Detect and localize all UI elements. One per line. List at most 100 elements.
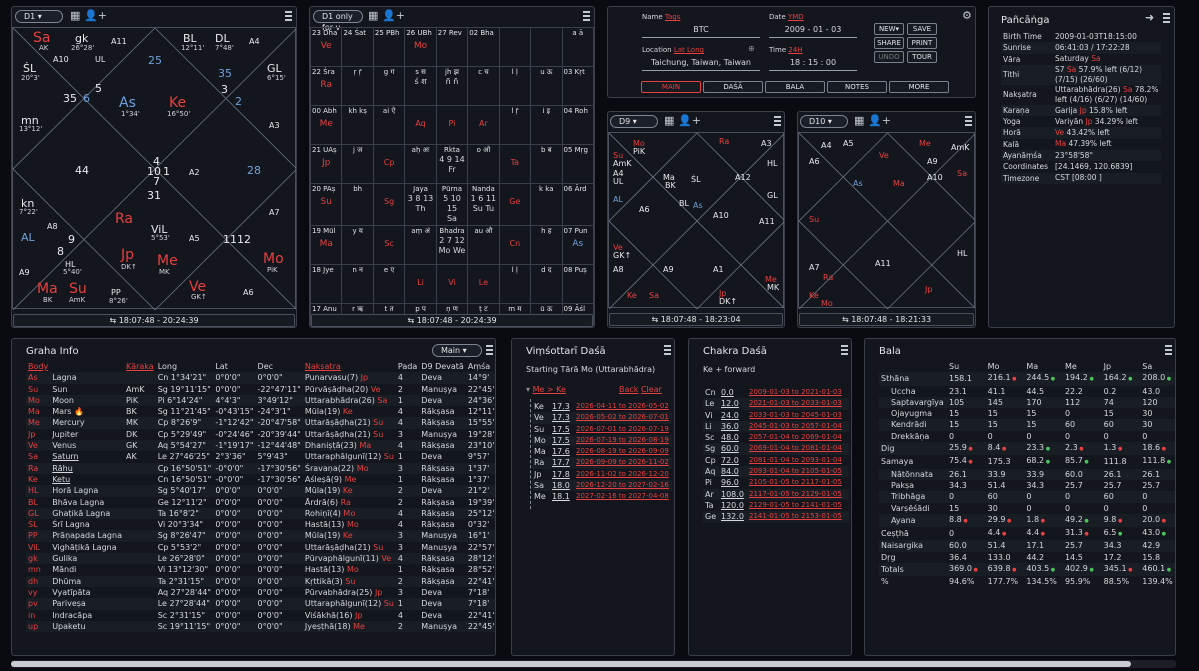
d10-chart[interactable]: A4 A5 Ve Me A9 AmK A6 As Ma A10 Su A7 Ra A11 HL Jp Ke Mo S… (798, 132, 975, 309)
dasa-row[interactable]: Su 17.5 2026-07-01 to 2026-07-19 (532, 424, 672, 435)
dasa-row[interactable]: Jp 17.8 2026-11-02 to 2026-12-20 (532, 469, 672, 480)
dasa-row[interactable]: Ve 17.3 2026-05-02 to 2026-07-01 (532, 412, 672, 424)
chart-label[interactable]: Sa (957, 169, 967, 178)
table-row[interactable]: dh Dhūma Ta 2°31'15" 0°0'0" 0°0'0" Kṛttikā(3)… (26, 575, 495, 587)
share-button[interactable]: SHARE (874, 37, 904, 49)
table-row[interactable]: BL Bhāva Lagna Ge 12°11'2" 0°0'0" 0°0'0" Ārdr… (26, 497, 495, 508)
chart-label[interactable]: 25 (148, 55, 162, 66)
chart-label[interactable]: Ra (115, 212, 133, 226)
graha-header[interactable]: Kāraka (124, 361, 156, 372)
date-format-link[interactable]: YMD (788, 13, 804, 21)
table-row[interactable]: Ra Rāhu Cp 16°50'51" -0°0'0" -17°30'56" Śrava… (26, 462, 495, 474)
grid-planet[interactable]: As (564, 239, 593, 249)
chart-label[interactable]: Su (69, 282, 87, 296)
undo-button[interactable]: UNDO (874, 51, 904, 63)
table-row[interactable]: vy Vyatīpāta Aq 27°28'44" 0°0'0" 0°0'0" Pūrva… (26, 587, 495, 598)
graha-header[interactable]: Aṃśa (466, 361, 495, 372)
menu-icon[interactable] (965, 116, 972, 127)
d10-timebar[interactable]: ⇆ 18:07:48 - 18:21:33 (799, 313, 974, 326)
add-user-icon[interactable]: 👤+ (868, 115, 891, 127)
tab-dasa[interactable]: DAŚĀ (703, 81, 763, 93)
d9-chart[interactable]: Su AmK Mo PiK Ra A3 A4 Ma BK ŚL A12 HL UL GL AL A6 BL As A… (608, 132, 784, 309)
menu-icon[interactable] (664, 345, 671, 356)
table-row[interactable]: Ve Venus GK Aq 5°54'27" -1°19'17" -12°44'48" D… (26, 440, 495, 452)
table-row[interactable]: GL Ghaṭikā Lagna Ta 16°8'2" 0°0'0" 0°0'0" Roh… (26, 507, 495, 520)
graha-header[interactable]: Dec (256, 361, 303, 372)
table-row[interactable]: Mo Moon PiK Pi 6°14'24" 4°4'3" 3°49'12" Uttara… (26, 394, 495, 407)
d1-chart-select[interactable]: D1 ▾ (15, 10, 63, 23)
chakra-row[interactable]: Li 36.0 2045-01-03 to 2057-01-04 (703, 420, 849, 433)
tab-main[interactable]: MAIN (641, 81, 701, 93)
tab-notes[interactable]: NOTES (827, 81, 887, 93)
chakra-row[interactable]: Sc 48.0 2057-01-04 to 2069-01-04 (703, 432, 849, 443)
graha-header[interactable]: Body (26, 361, 50, 372)
chart-label[interactable]: Ma (37, 282, 58, 296)
table-row[interactable]: Jp Jupiter DK Cp 5°29'49" -0°24'46" -20°39'44… (26, 429, 495, 440)
table-row[interactable]: ViL Vighāṭikā Lagna Cp 5°53'2" 0°0'0" 0°0'0"… (26, 542, 495, 553)
chart-label[interactable]: Ra (719, 137, 729, 146)
chakra-row[interactable]: Cn 0.0 2009-01-03 to 2021-01-03 (703, 387, 849, 398)
gear-icon[interactable]: ⚙ (962, 10, 972, 22)
grid-planet[interactable]: Mo (406, 41, 434, 51)
chart-label[interactable]: Sa (33, 31, 50, 45)
clear-link[interactable]: Clear (641, 385, 662, 394)
grid-planet[interactable]: Me (312, 119, 340, 129)
grid-planet[interactable]: Su (312, 197, 340, 207)
crosshair-icon[interactable]: ⊕ (748, 44, 755, 53)
chart-label[interactable]: 28 (247, 165, 261, 176)
grid-chart-select[interactable]: D1 only for v (313, 10, 363, 32)
chart-label[interactable]: Ve (879, 151, 889, 160)
save-button[interactable]: SAVE (907, 23, 937, 35)
chakra-row[interactable]: Ta 120.0 2129-01-05 to 2141-01-05 (703, 500, 849, 511)
chakra-row[interactable]: Sg 60.0 2069-01-04 to 2081-01-04 (703, 443, 849, 455)
table-row[interactable]: in Indracāpa Sc 2°31'15" 0°0'0" 0°0'0" Viśākh… (26, 610, 495, 621)
graha-header[interactable]: Pada (396, 361, 419, 372)
dasa-row[interactable]: Mo 17.5 2026-07-19 to 2026-08-19 (532, 434, 672, 447)
chakra-row[interactable]: Ar 108.0 2117-01-05 to 2129-01-05 (703, 488, 849, 500)
table-row[interactable]: PP Prāṇapada Lagna Sg 8°26'47" 0°0'0" 0°0'0"… (26, 530, 495, 542)
graha-header[interactable]: D9 Devatā (419, 361, 466, 372)
table-row[interactable]: As Lagna Cn 1°34'21" 0°0'0" 0°0'0" Punarvasu(… (26, 372, 495, 384)
menu-icon[interactable] (774, 116, 781, 127)
d1-timebar[interactable]: ⇆ 18:07:48 - 20:24:39 (13, 314, 295, 327)
grid-icon[interactable]: ▦ (368, 10, 378, 22)
chart-label[interactable]: 2 (235, 96, 242, 107)
dasa-row[interactable]: Ra 17.7 2026-09-09 to 2026-11-02 (532, 457, 672, 469)
d9-chart-select[interactable]: D9 ▾ (610, 115, 658, 128)
chart-label[interactable]: Jp (925, 285, 932, 294)
horizontal-scrollbar[interactable] (11, 660, 1176, 668)
table-row[interactable]: ŚL Śrī Lagna Vi 20°3'34" 0°0'0" 0°0'0" Hastā(… (26, 519, 495, 530)
table-row[interactable]: Su Sun AmK Sg 19°11'15" 0°0'0" -22°47'11" Pūrv… (26, 384, 495, 395)
lat-long-link[interactable]: Lat Long (674, 46, 704, 54)
grid-planet[interactable]: Ra (312, 80, 340, 90)
chakra-row[interactable]: Pi 96.0 2105-01-05 to 2117-01-05 (703, 477, 849, 488)
tab-more[interactable]: MORE (889, 81, 949, 93)
table-row[interactable]: pv Pariveṣa Le 27°28'44" 0°0'0" 0°0'0" Uttara… (26, 598, 495, 610)
back-link[interactable]: Back (619, 385, 638, 394)
grid-icon[interactable]: ▦ (70, 10, 80, 22)
graha-view-select[interactable]: Main ▾ (432, 344, 482, 357)
grid-planet[interactable]: Ma (312, 239, 340, 249)
d10-chart-select[interactable]: D10 ▾ (800, 115, 848, 128)
tour-button[interactable]: TOUR (907, 51, 937, 63)
table-row[interactable]: Me Mercury MK Cp 8°26'9" -1°12'42" -20°47'58"… (26, 417, 495, 429)
dasa-row[interactable]: Ma 17.6 2026-08-19 to 2026-09-09 (532, 446, 672, 457)
chart-label[interactable]: Ve (189, 280, 206, 294)
dasa-path-link[interactable]: Me > Ke (533, 385, 566, 394)
menu-icon[interactable] (486, 345, 493, 356)
chart-label[interactable]: Mo (263, 252, 284, 266)
graha-header[interactable]: Nakṣatra (303, 361, 396, 372)
chakra-row[interactable]: Vi 24.0 2033-01-03 to 2045-01-03 (703, 410, 849, 421)
menu-icon[interactable] (841, 345, 848, 356)
tags-link[interactable]: Tags (665, 13, 681, 21)
chart-label[interactable]: Ke (169, 96, 186, 110)
add-user-icon[interactable]: 👤+ (382, 10, 405, 22)
date-input[interactable]: 2009 - 01 - 03 (769, 25, 857, 38)
dasa-row[interactable]: Ke 17.3 2026-04-11 to 2026-05-02 (532, 401, 672, 412)
grid-timebar[interactable]: ⇆ 18:07:48 - 20:24:39 (311, 314, 593, 327)
scrollbar-thumb[interactable] (11, 661, 1131, 667)
grid-planet[interactable]: Jp (312, 158, 340, 168)
location-input[interactable]: Taichung, Taiwan, Taiwan (642, 58, 760, 71)
add-user-icon[interactable]: 👤+ (84, 10, 107, 22)
grid-planet[interactable]: Ve (312, 41, 340, 51)
